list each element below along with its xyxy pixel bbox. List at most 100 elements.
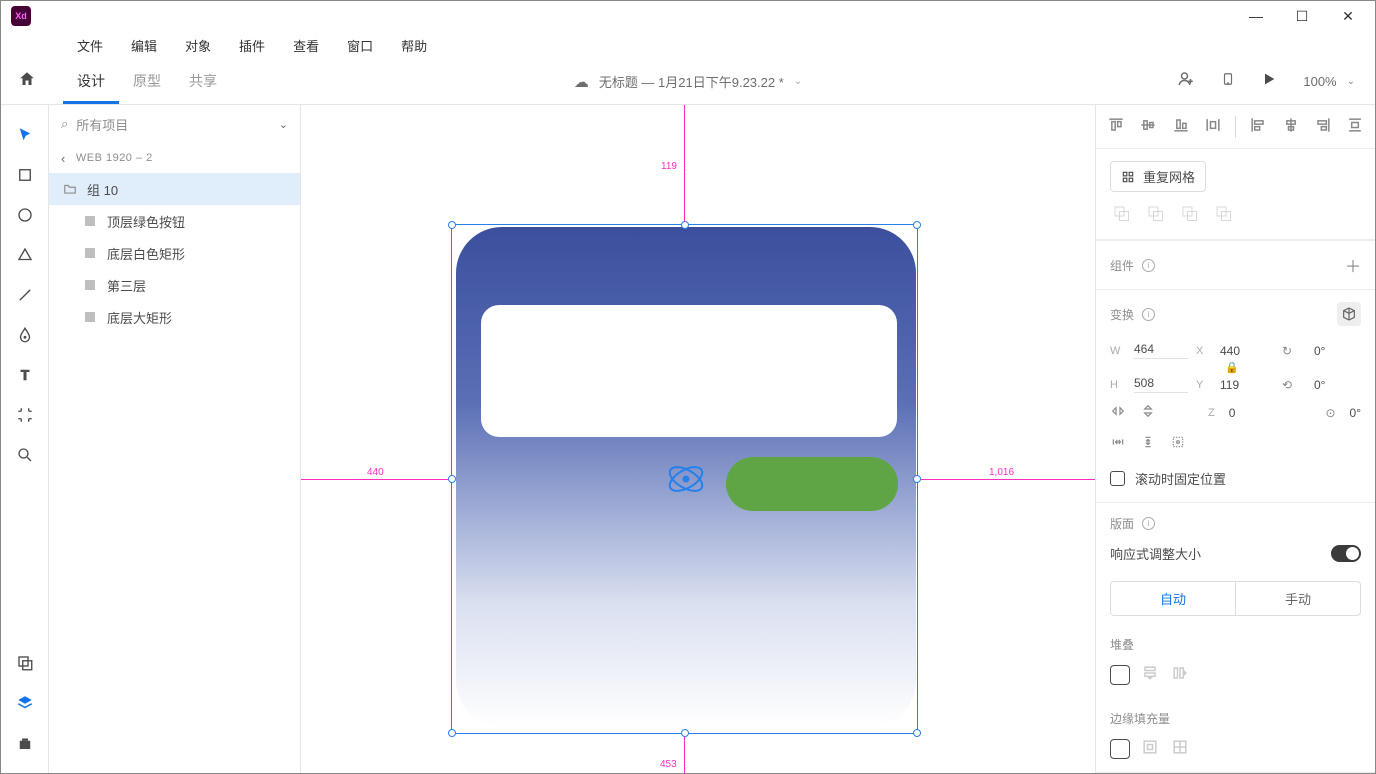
window-close[interactable]: ✕: [1325, 1, 1371, 31]
height-input[interactable]: 508: [1134, 376, 1188, 393]
layer-item[interactable]: 底层白色矩形: [49, 237, 300, 269]
segment-manual[interactable]: 手动: [1235, 582, 1360, 615]
resize-handle[interactable]: [681, 729, 689, 737]
layer-item[interactable]: 顶层绿色按钮: [49, 205, 300, 237]
tool-artboard[interactable]: [1, 395, 49, 435]
responsive-h-icon[interactable]: [1110, 434, 1126, 453]
padding-uniform-icon[interactable]: [1140, 737, 1160, 760]
align-top-icon[interactable]: [1106, 115, 1126, 138]
tool-polygon[interactable]: [1, 235, 49, 275]
device-preview-icon[interactable]: [1221, 70, 1235, 93]
window-maximize[interactable]: ☐: [1279, 1, 1325, 31]
tool-pen[interactable]: [1, 315, 49, 355]
padding-separate-icon[interactable]: [1170, 737, 1190, 760]
layout-section-label: 版面: [1110, 515, 1134, 532]
resize-handle[interactable]: [681, 221, 689, 229]
width-input[interactable]: 464: [1134, 342, 1188, 359]
tool-text[interactable]: [1, 355, 49, 395]
tool-line[interactable]: [1, 275, 49, 315]
guide-horizontal: [918, 479, 1095, 480]
tab-design[interactable]: 设计: [63, 61, 119, 104]
menu-window[interactable]: 窗口: [333, 32, 387, 59]
responsive-v-icon[interactable]: [1140, 434, 1156, 453]
3d-transform-button[interactable]: [1337, 302, 1361, 326]
y-input[interactable]: 119: [1220, 378, 1274, 392]
tool-rectangle[interactable]: [1, 155, 49, 195]
tab-share[interactable]: 共享: [175, 61, 231, 103]
tool-ellipse[interactable]: [1, 195, 49, 235]
info-icon[interactable]: i: [1142, 308, 1155, 321]
panel-layers[interactable]: [1, 683, 49, 723]
add-component-button[interactable]: ＋: [1345, 253, 1361, 277]
flip-h-icon[interactable]: [1110, 403, 1126, 422]
rotation-input[interactable]: 0°: [1314, 344, 1354, 358]
chevron-down-icon: ⌄: [279, 118, 288, 131]
resize-handle[interactable]: [448, 729, 456, 737]
layer-search[interactable]: ⌕ 所有项目 ⌄: [49, 105, 300, 143]
menu-file[interactable]: 文件: [63, 32, 117, 59]
bool-union-icon[interactable]: [1112, 204, 1130, 225]
distribute-h-icon[interactable]: [1345, 115, 1365, 138]
bool-exclude-icon[interactable]: [1214, 204, 1232, 225]
stack-enable-checkbox[interactable]: [1110, 665, 1130, 685]
resize-handle[interactable]: [913, 475, 921, 483]
home-button[interactable]: [9, 70, 45, 93]
document-title[interactable]: ☁ 无标题 — 1月21日下午9.23.22 * ⌄: [574, 72, 802, 91]
layer-breadcrumb[interactable]: ‹ WEB 1920 – 2: [49, 143, 300, 173]
info-icon[interactable]: i: [1142, 517, 1155, 530]
zoom-control[interactable]: 100%⌄: [1303, 74, 1355, 89]
bool-intersect-icon[interactable]: [1180, 204, 1198, 225]
resize-handle[interactable]: [448, 221, 456, 229]
menu-edit[interactable]: 编辑: [117, 32, 171, 59]
align-right-icon[interactable]: [1313, 115, 1333, 138]
tool-zoom[interactable]: [1, 435, 49, 475]
padding-enable-checkbox[interactable]: [1110, 739, 1130, 759]
panel-plugins[interactable]: [1, 723, 49, 763]
repeat-grid-button[interactable]: 重复网格: [1110, 161, 1206, 192]
focal-icon[interactable]: [1170, 434, 1186, 453]
z-input[interactable]: 0: [1229, 406, 1236, 420]
align-row: [1096, 105, 1375, 149]
info-icon[interactable]: i: [1142, 259, 1155, 272]
play-icon[interactable]: [1261, 71, 1277, 92]
selection-box[interactable]: [451, 224, 918, 734]
rotation-y-input[interactable]: 0°: [1314, 378, 1354, 392]
back-icon[interactable]: ‹: [61, 151, 66, 166]
menu-plugins[interactable]: 插件: [225, 32, 279, 59]
window-minimize[interactable]: ―: [1233, 1, 1279, 31]
menu-view[interactable]: 查看: [279, 32, 333, 59]
layer-item[interactable]: 第三层: [49, 269, 300, 301]
bool-subtract-icon[interactable]: [1146, 204, 1164, 225]
resize-mode-segment[interactable]: 自动 手动: [1110, 581, 1361, 616]
canvas[interactable]: 119 440 1,016 453: [301, 105, 1095, 773]
menu-help[interactable]: 帮助: [387, 32, 441, 59]
repeat-grid-label: 重复网格: [1143, 167, 1195, 186]
resize-handle[interactable]: [913, 221, 921, 229]
layer-item[interactable]: 底层大矩形: [49, 301, 300, 333]
distribute-v-icon[interactable]: [1203, 115, 1223, 138]
align-left-icon[interactable]: [1248, 115, 1268, 138]
align-bottom-icon[interactable]: [1171, 115, 1191, 138]
responsive-toggle[interactable]: [1331, 545, 1361, 562]
x-input[interactable]: 440: [1220, 344, 1274, 358]
panel-assets[interactable]: [1, 643, 49, 683]
resize-handle[interactable]: [448, 475, 456, 483]
align-vcenter-icon[interactable]: [1138, 115, 1158, 138]
search-icon: ⌕: [61, 116, 68, 132]
resize-handle[interactable]: [913, 729, 921, 737]
align-hcenter-icon[interactable]: [1281, 115, 1301, 138]
flip-v-icon[interactable]: [1140, 403, 1156, 422]
segment-auto[interactable]: 自动: [1111, 582, 1235, 615]
lock-aspect-icon[interactable]: 🔒: [1110, 361, 1354, 374]
stack-v-icon[interactable]: [1140, 663, 1160, 686]
fix-scroll-checkbox[interactable]: [1110, 471, 1125, 486]
rotation-z-input[interactable]: 0°: [1350, 406, 1361, 420]
stack-h-icon[interactable]: [1170, 663, 1190, 686]
menu-bar: 文件 编辑 对象 插件 查看 窗口 帮助: [1, 31, 1375, 59]
tab-prototype[interactable]: 原型: [119, 61, 175, 103]
left-toolbar: [1, 105, 49, 773]
invite-icon[interactable]: [1177, 70, 1195, 93]
layer-group[interactable]: 组 10: [49, 173, 300, 205]
menu-object[interactable]: 对象: [171, 32, 225, 59]
tool-select[interactable]: [1, 115, 49, 155]
